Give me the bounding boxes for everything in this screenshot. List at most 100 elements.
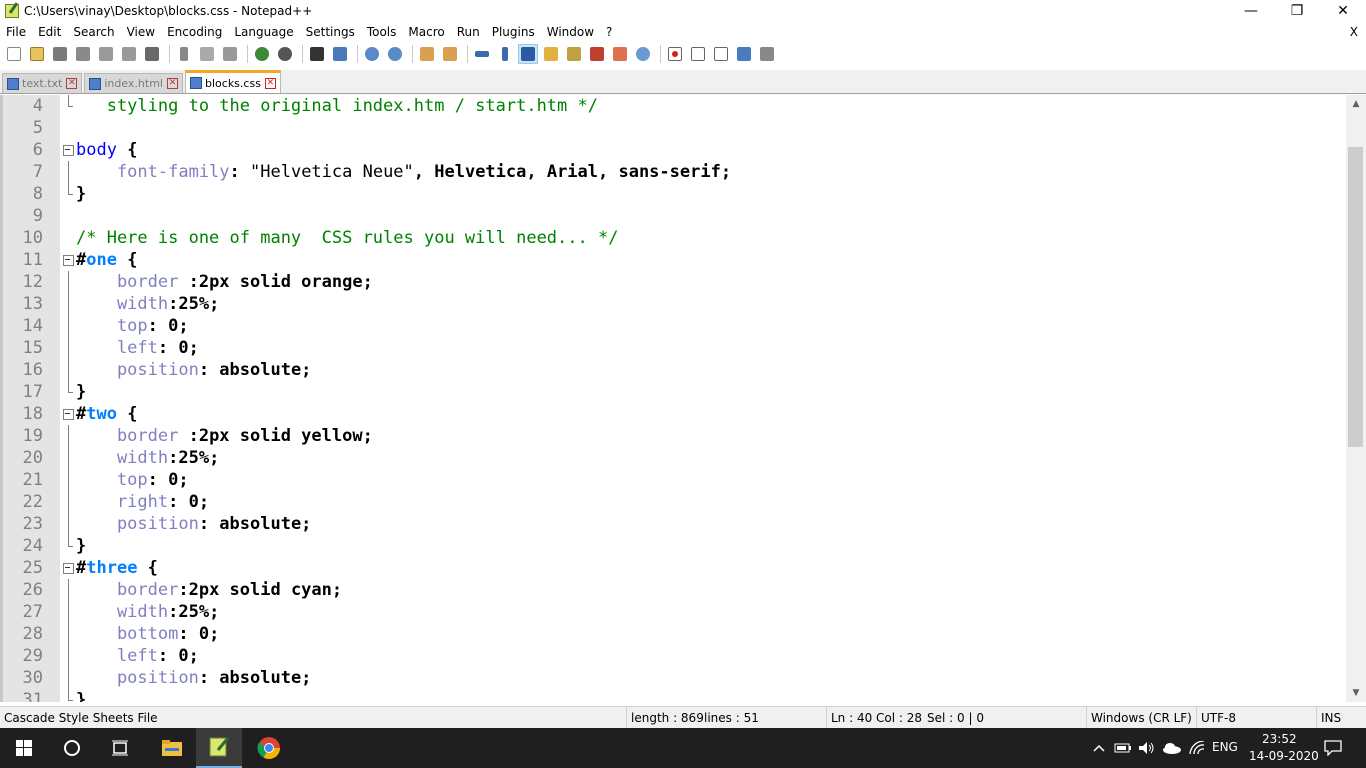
fold-toggle-icon[interactable] <box>62 139 74 161</box>
tab-close-icon[interactable]: ✕ <box>66 78 78 89</box>
start-button[interactable] <box>0 728 48 768</box>
file-explorer-button[interactable] <box>148 728 196 768</box>
menu-help[interactable]: ? <box>600 22 618 42</box>
status-encoding[interactable]: UTF-8 <box>1196 707 1236 729</box>
redo-icon[interactable] <box>275 44 295 64</box>
fold-toggle-icon[interactable] <box>62 249 74 271</box>
code-line[interactable]: 24} <box>0 535 1346 557</box>
new-file-icon[interactable] <box>4 44 24 64</box>
network-button[interactable] <box>1186 728 1208 768</box>
tab-text-txt[interactable]: text.txt ✕ <box>2 73 83 93</box>
record-macro-icon[interactable] <box>665 44 685 64</box>
replace-icon[interactable] <box>330 44 350 64</box>
menu-file[interactable]: File <box>0 22 32 42</box>
code-line[interactable]: 14 top: 0; <box>0 315 1346 337</box>
status-eol[interactable]: Windows (CR LF) <box>1086 707 1192 729</box>
menu-tools[interactable]: Tools <box>361 22 403 42</box>
menu-window[interactable]: Window <box>541 22 600 42</box>
print-icon[interactable] <box>142 44 162 64</box>
code-line[interactable]: 26 border:2px solid cyan; <box>0 579 1346 601</box>
onedrive-button[interactable] <box>1160 728 1184 768</box>
close-document-button[interactable]: X <box>1350 22 1358 42</box>
indent-guide-icon[interactable] <box>518 44 538 64</box>
sync-vertical-icon[interactable] <box>417 44 437 64</box>
scroll-down-icon[interactable]: ▼ <box>1346 684 1366 702</box>
menu-search[interactable]: Search <box>67 22 120 42</box>
menu-edit[interactable]: Edit <box>32 22 67 42</box>
function-list-icon[interactable] <box>587 44 607 64</box>
save-icon[interactable] <box>50 44 70 64</box>
word-wrap-icon[interactable] <box>472 44 492 64</box>
zoom-in-icon[interactable] <box>362 44 382 64</box>
menu-macro[interactable]: Macro <box>402 22 450 42</box>
clock-date[interactable]: 14-09-2020 <box>1249 749 1319 763</box>
volume-button[interactable] <box>1136 728 1158 768</box>
menu-language[interactable]: Language <box>228 22 299 42</box>
paste-icon[interactable] <box>220 44 240 64</box>
undo-icon[interactable] <box>252 44 272 64</box>
code-line[interactable]: 27 width:25%; <box>0 601 1346 623</box>
menu-settings[interactable]: Settings <box>300 22 361 42</box>
code-line[interactable]: 13 width:25%; <box>0 293 1346 315</box>
task-view-button[interactable] <box>96 728 144 768</box>
clock-time[interactable]: 23:52 <box>1262 732 1297 746</box>
close-all-icon[interactable] <box>119 44 139 64</box>
scroll-thumb[interactable] <box>1348 147 1363 447</box>
code-line[interactable]: 20 width:25%; <box>0 447 1346 469</box>
show-all-chars-icon[interactable] <box>495 44 515 64</box>
input-language[interactable]: ENG <box>1212 740 1238 754</box>
code-line[interactable]: 29 left: 0; <box>0 645 1346 667</box>
run-macro-multiple-icon[interactable] <box>734 44 754 64</box>
stop-macro-icon[interactable] <box>688 44 708 64</box>
notepadpp-taskbar-button[interactable] <box>196 728 242 768</box>
code-line[interactable]: 5 <box>0 117 1346 139</box>
tab-close-icon[interactable]: ✕ <box>264 77 276 89</box>
code-line[interactable]: 4 styling to the original index.htm / st… <box>0 95 1346 117</box>
udl-icon[interactable] <box>541 44 561 64</box>
code-line[interactable]: 16 position: absolute; <box>0 359 1346 381</box>
sync-horizontal-icon[interactable] <box>440 44 460 64</box>
monitoring-icon[interactable] <box>633 44 653 64</box>
copy-icon[interactable] <box>197 44 217 64</box>
code-line[interactable]: 10 /* Here is one of many CSS rules you w… <box>0 227 1346 249</box>
maximize-button[interactable]: ❐ <box>1274 0 1320 22</box>
minimize-button[interactable]: — <box>1228 0 1274 22</box>
code-line[interactable]: 25 #three { <box>0 557 1346 579</box>
code-line[interactable]: 7 font-family: "Helvetica Neue", Helveti… <box>0 161 1346 183</box>
doc-map-icon[interactable] <box>564 44 584 64</box>
folder-workspace-icon[interactable] <box>610 44 630 64</box>
close-icon[interactable] <box>96 44 116 64</box>
menu-run[interactable]: Run <box>451 22 486 42</box>
search-button[interactable] <box>48 728 96 768</box>
fold-toggle-icon[interactable] <box>62 557 74 579</box>
code-line[interactable]: 15 left: 0; <box>0 337 1346 359</box>
tab-close-icon[interactable]: ✕ <box>167 78 178 89</box>
tab-blocks-css[interactable]: blocks.css ✕ <box>185 70 281 93</box>
save-all-icon[interactable] <box>73 44 93 64</box>
menu-plugins[interactable]: Plugins <box>486 22 541 42</box>
show-hidden-icons-button[interactable] <box>1088 728 1110 768</box>
fold-toggle-icon[interactable] <box>62 403 74 425</box>
action-center-button[interactable] <box>1318 728 1348 768</box>
status-insert-mode[interactable]: INS <box>1316 707 1341 729</box>
code-line[interactable]: 17} <box>0 381 1346 403</box>
code-line[interactable]: 31} <box>0 689 1346 702</box>
zoom-out-icon[interactable] <box>385 44 405 64</box>
close-button[interactable]: ✕ <box>1320 0 1366 22</box>
code-line[interactable]: 9 <box>0 205 1346 227</box>
chrome-taskbar-button[interactable] <box>246 728 292 768</box>
play-macro-icon[interactable] <box>711 44 731 64</box>
cut-icon[interactable] <box>174 44 194 64</box>
code-line[interactable]: 6 body { <box>0 139 1346 161</box>
battery-button[interactable] <box>1112 728 1134 768</box>
scroll-up-icon[interactable]: ▲ <box>1346 95 1366 113</box>
code-area[interactable]: 4 styling to the original index.htm / st… <box>0 95 1346 702</box>
code-editor[interactable]: 4 styling to the original index.htm / st… <box>0 95 1366 702</box>
code-line[interactable]: 28 bottom: 0; <box>0 623 1346 645</box>
code-line[interactable]: 21 top: 0; <box>0 469 1346 491</box>
code-line[interactable]: 30 position: absolute; <box>0 667 1346 689</box>
menu-encoding[interactable]: Encoding <box>161 22 228 42</box>
code-line[interactable]: 23 position: absolute; <box>0 513 1346 535</box>
code-line[interactable]: 11 #one { <box>0 249 1346 271</box>
code-line[interactable]: 22 right: 0; <box>0 491 1346 513</box>
